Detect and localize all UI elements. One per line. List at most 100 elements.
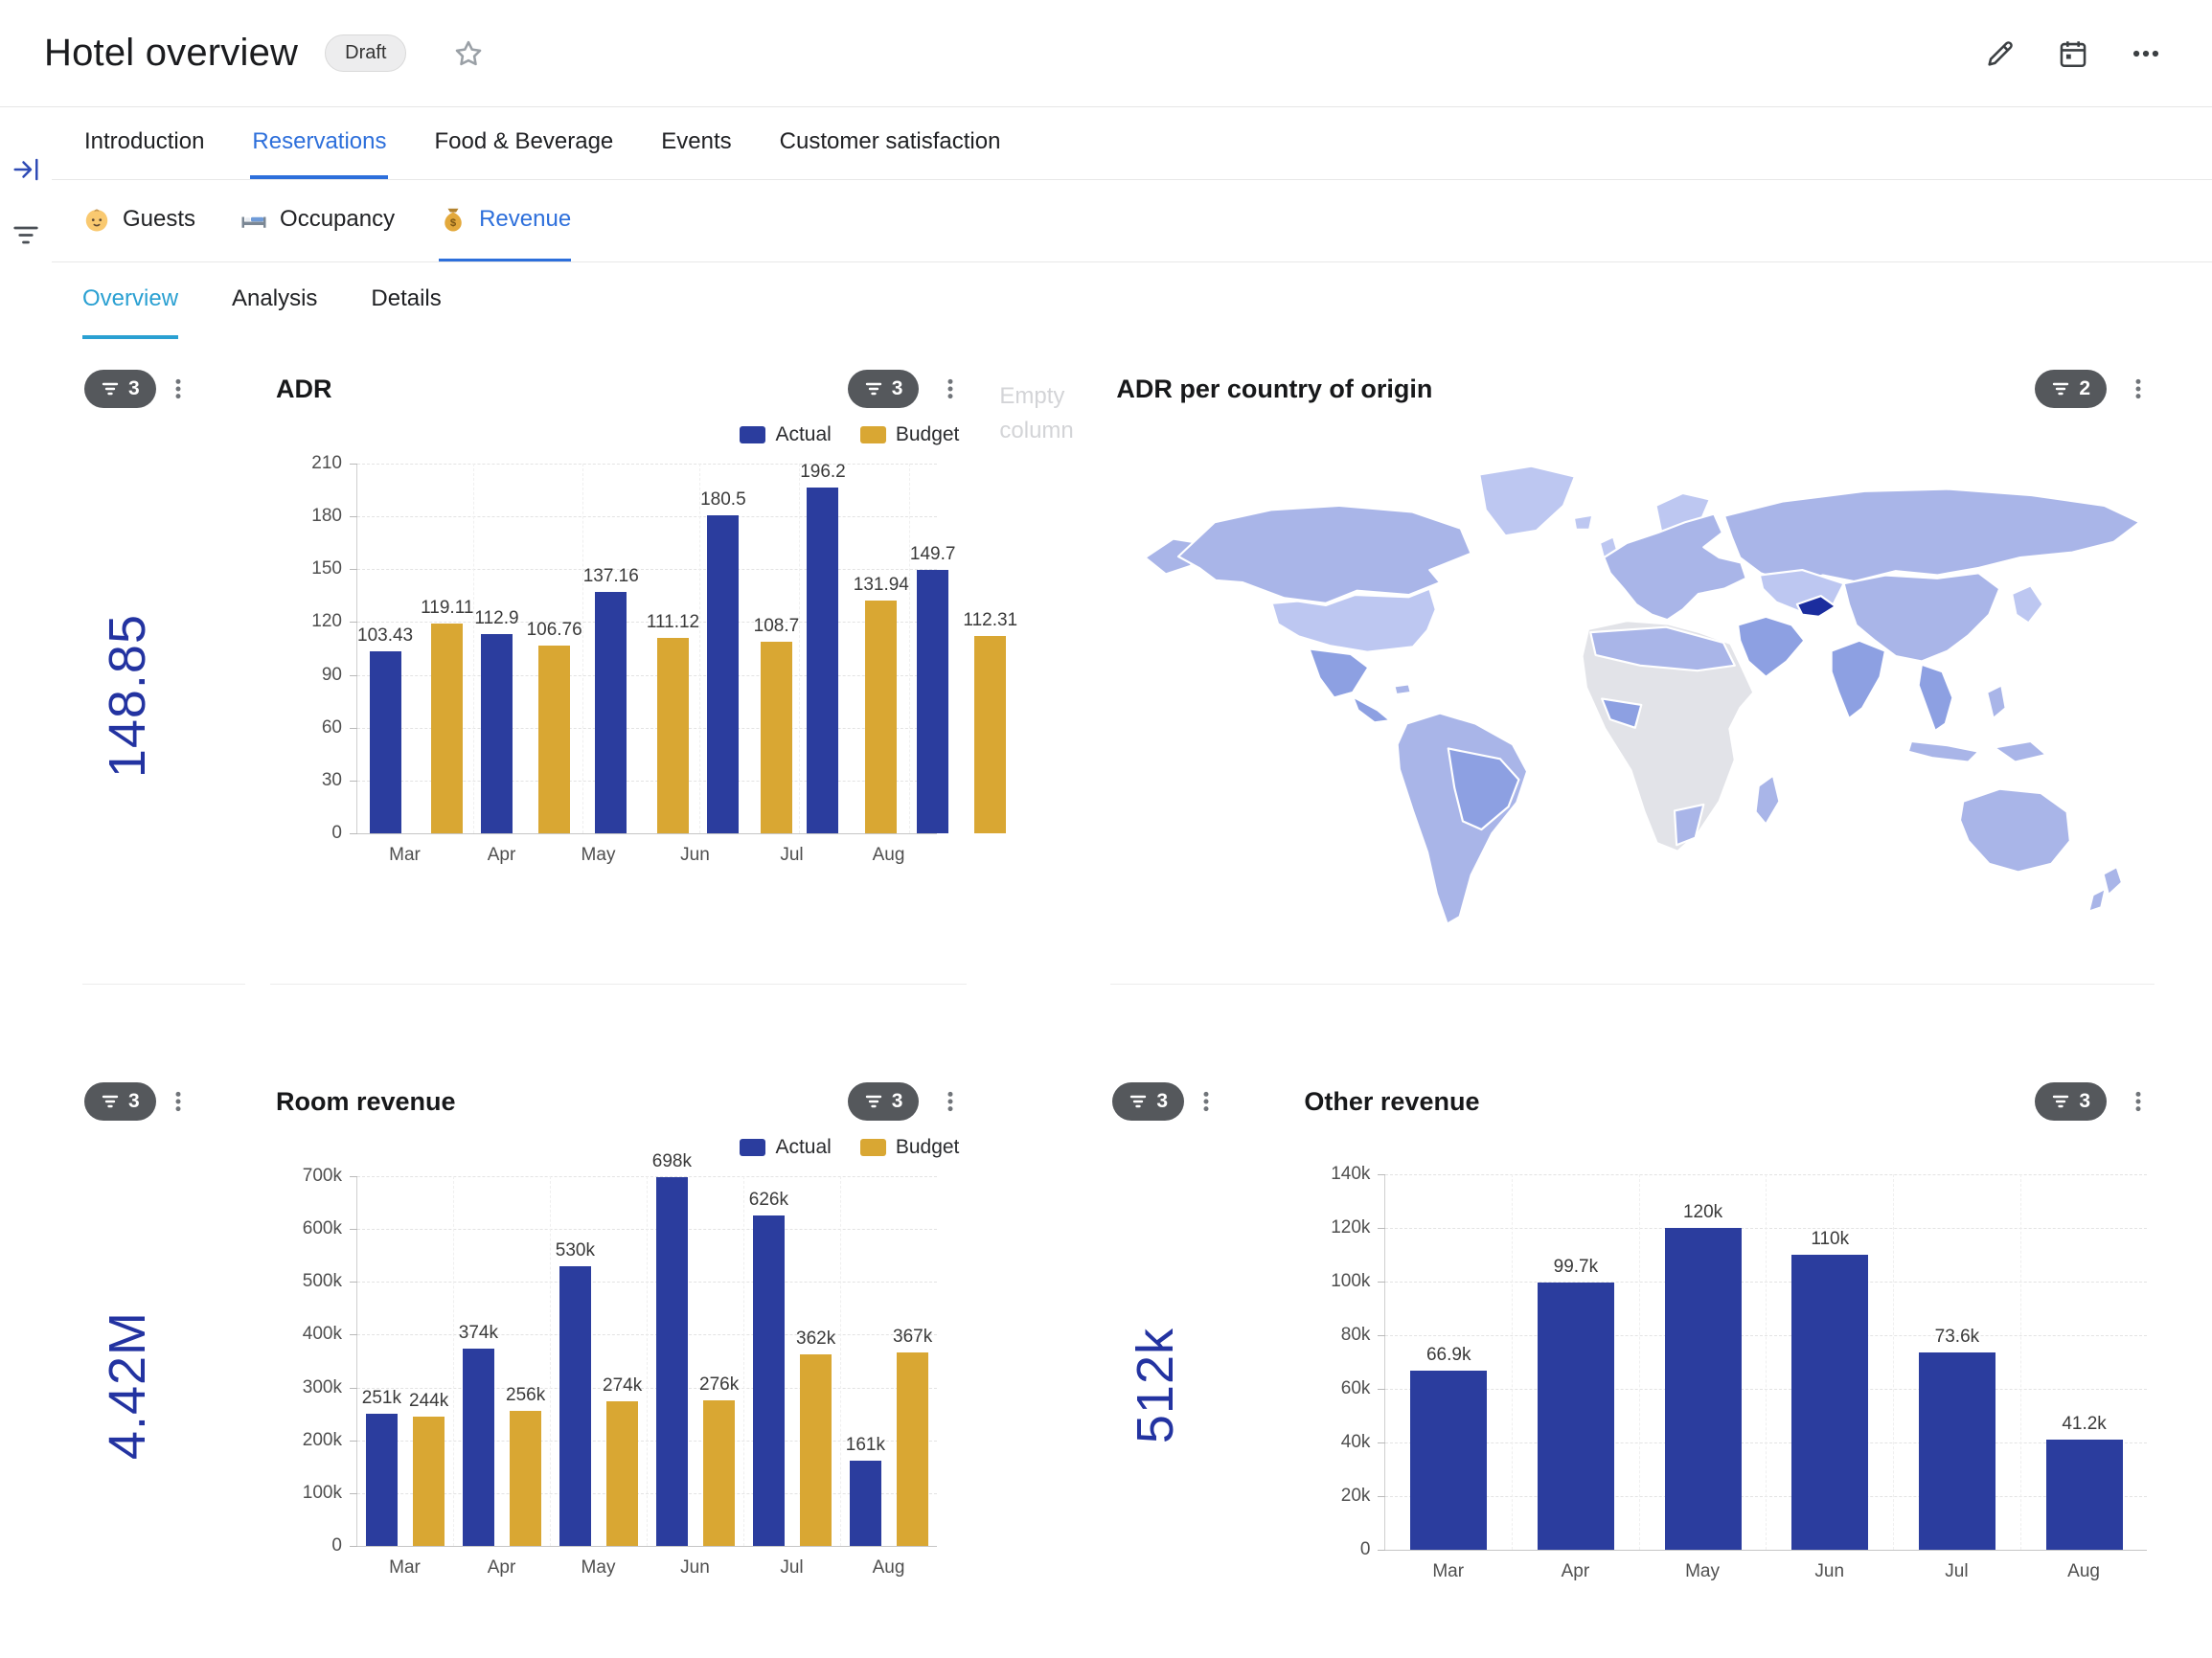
bar-budget-jun[interactable] xyxy=(703,1400,735,1546)
adr-row-menu-button[interactable] xyxy=(162,373,194,405)
other-revenue-row-filter-badge[interactable]: 3 xyxy=(1112,1082,1184,1121)
map-region[interactable] xyxy=(2089,889,2106,912)
room-revenue-chart-filter-badge[interactable]: 3 xyxy=(848,1082,920,1121)
bar-value-label: 119.11 xyxy=(421,598,473,619)
chart-plot-area: 0306090120150180210103.43119.11112.9106.… xyxy=(356,464,937,833)
bar-budget-jul[interactable] xyxy=(865,601,897,833)
gridline xyxy=(357,833,937,834)
actual-swatch xyxy=(740,1139,765,1156)
world-map-choropleth[interactable] xyxy=(1116,450,2155,948)
more-options-button[interactable] xyxy=(2124,32,2168,76)
map-region[interactable] xyxy=(1310,648,1369,697)
map-region[interactable] xyxy=(1756,776,1780,825)
other-revenue-chart-filter-badge[interactable]: 3 xyxy=(2035,1082,2107,1121)
bar-budget-apr[interactable] xyxy=(538,646,570,833)
map-region[interactable] xyxy=(1480,466,1576,536)
favorite-star-button[interactable] xyxy=(446,32,490,76)
bar-actual-aug[interactable] xyxy=(850,1461,881,1546)
y-axis-tick-label: 700k xyxy=(303,1166,342,1187)
bar-budget-mar[interactable] xyxy=(431,624,463,833)
adr-map-menu-button[interactable] xyxy=(2122,373,2155,405)
y-axis-tick-label: 0 xyxy=(331,1535,342,1556)
room-revenue-chart-menu-button[interactable] xyxy=(934,1085,967,1118)
bar-actual-may[interactable] xyxy=(1665,1228,1742,1550)
bar-actual-jun[interactable] xyxy=(1791,1255,1868,1550)
map-region[interactable] xyxy=(1353,696,1390,722)
bar-actual-jun[interactable] xyxy=(656,1177,688,1546)
bar-actual-aug[interactable] xyxy=(917,570,948,833)
map-region[interactable] xyxy=(1574,515,1593,530)
map-region[interactable] xyxy=(1960,789,2070,873)
map-region[interactable] xyxy=(1724,489,2139,584)
calendar-button[interactable] xyxy=(2051,32,2095,76)
map-container xyxy=(1116,450,2155,948)
tab-events[interactable]: Events xyxy=(659,107,733,179)
map-region[interactable] xyxy=(1832,641,1885,718)
filter-count: 3 xyxy=(892,1090,903,1113)
bar-actual-mar[interactable] xyxy=(1410,1371,1487,1550)
bar-actual-jul[interactable] xyxy=(807,488,838,833)
y-axis-tickmark xyxy=(350,781,357,782)
adr-chart-menu-button[interactable] xyxy=(934,373,967,405)
bar-actual-mar[interactable] xyxy=(366,1414,398,1546)
map-region[interactable] xyxy=(2104,867,2123,895)
filter-panel-button[interactable] xyxy=(6,213,46,253)
bar-actual-jul[interactable] xyxy=(1919,1352,1995,1550)
bar-budget-may[interactable] xyxy=(606,1401,638,1546)
bar-budget-jul[interactable] xyxy=(800,1354,832,1546)
map-regions[interactable] xyxy=(1146,466,2140,924)
subtab-revenue[interactable]: $ Revenue xyxy=(439,180,571,261)
bar-budget-jun[interactable] xyxy=(761,642,792,833)
bar-actual-apr[interactable] xyxy=(463,1349,494,1546)
tab-food-beverage[interactable]: Food & Beverage xyxy=(432,107,615,179)
bar-actual-apr[interactable] xyxy=(481,634,513,833)
viewtab-overview[interactable]: Overview xyxy=(82,262,178,339)
other-revenue-bar-chart[interactable]: 020k40k60k80k100k120k140k66.9k99.7k120k1… xyxy=(1304,1174,2147,1582)
bar-budget-apr[interactable] xyxy=(510,1411,541,1546)
collapse-panel-button[interactable] xyxy=(6,149,46,190)
map-region[interactable] xyxy=(1988,685,2007,718)
kebab-icon xyxy=(2126,1089,2151,1114)
bar-actual-may[interactable] xyxy=(559,1266,591,1546)
other-revenue-row-menu-button[interactable] xyxy=(1190,1085,1222,1118)
bar-actual-mar[interactable] xyxy=(370,651,401,833)
y-axis-tick-label: 210 xyxy=(311,453,342,474)
tab-customer-satisfaction[interactable]: Customer satisfaction xyxy=(778,107,1003,179)
viewtab-details[interactable]: Details xyxy=(371,262,441,339)
map-region[interactable] xyxy=(1675,805,1703,845)
room-revenue-bar-chart[interactable]: 0100k200k300k400k500k600k700k251k244k374… xyxy=(276,1176,937,1579)
bar-groups: 66.9k99.7k120k110k73.6k41.2k xyxy=(1385,1174,2147,1550)
adr-row-filter-badge[interactable]: 3 xyxy=(84,370,156,408)
tab-introduction[interactable]: Introduction xyxy=(82,107,206,179)
adr-chart-filter-badge[interactable]: 3 xyxy=(848,370,920,408)
bar-actual-jun[interactable] xyxy=(707,515,739,833)
map-region[interactable] xyxy=(1908,741,1979,762)
adr-map-filter-badge[interactable]: 2 xyxy=(2035,370,2107,408)
bar-actual-may[interactable] xyxy=(595,592,627,833)
map-region[interactable] xyxy=(1738,617,1804,677)
adr-bar-chart[interactable]: 0306090120150180210103.43119.11112.9106.… xyxy=(276,464,937,866)
viewtab-analysis[interactable]: Analysis xyxy=(232,262,317,339)
bar-with-label: 256k xyxy=(506,1385,545,1546)
bar-actual-aug[interactable] xyxy=(2046,1440,2123,1550)
subtab-guests[interactable]: Guests xyxy=(82,180,195,261)
other-revenue-chart-menu-button[interactable] xyxy=(2122,1085,2155,1118)
adr-kpi-value: 148.85 xyxy=(98,614,157,778)
tab-reservations[interactable]: Reservations xyxy=(250,107,388,179)
edit-button[interactable] xyxy=(1978,32,2022,76)
room-revenue-row-menu-button[interactable] xyxy=(162,1085,194,1118)
bar-budget-may[interactable] xyxy=(657,638,689,833)
bar-budget-mar[interactable] xyxy=(413,1417,445,1546)
subtab-occupancy[interactable]: Occupancy xyxy=(239,180,395,261)
map-region[interactable] xyxy=(1995,741,2046,762)
map-region[interactable] xyxy=(1395,684,1411,694)
bar-actual-apr[interactable] xyxy=(1538,1283,1614,1550)
room-revenue-row-filter-badge[interactable]: 3 xyxy=(84,1082,156,1121)
map-region[interactable] xyxy=(1919,665,1953,731)
map-region[interactable] xyxy=(1605,514,1746,621)
y-axis-tick-label: 0 xyxy=(1360,1539,1371,1560)
bar-budget-aug[interactable] xyxy=(974,636,1006,833)
bar-actual-jul[interactable] xyxy=(753,1215,785,1546)
bar-budget-aug[interactable] xyxy=(897,1352,928,1546)
map-region[interactable] xyxy=(2013,585,2044,623)
